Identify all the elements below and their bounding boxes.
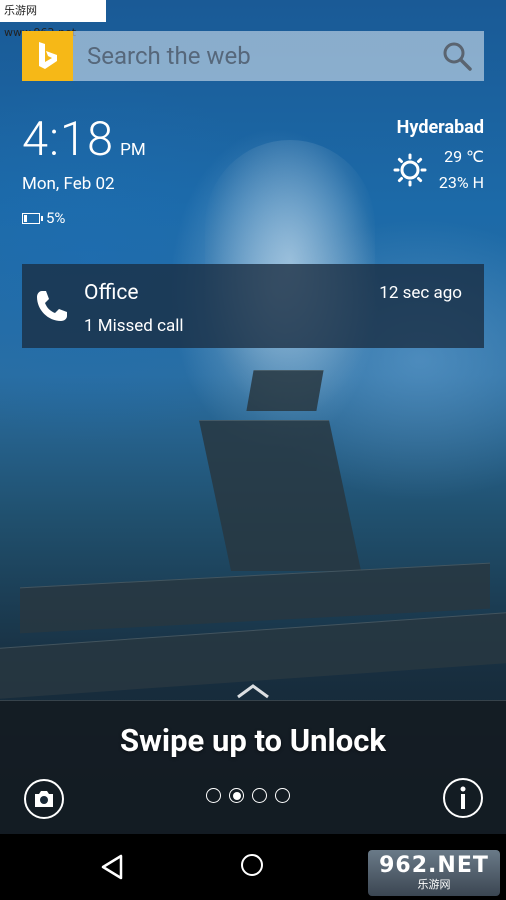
weather-humidity: 23% H [438,173,484,192]
missed-call-notification[interactable]: Office 1 Missed call 12 sec ago [22,264,484,348]
notification-time: 12 sec ago [379,283,462,303]
phone-icon [37,291,67,321]
search-icon[interactable] [442,41,472,71]
clock: 4:18 PM [22,112,146,167]
swipe-unlock-label[interactable]: Swipe up to Unlock [0,722,506,759]
back-icon[interactable] [100,854,124,880]
battery-icon [22,212,43,224]
battery-percent: 5% [46,209,66,227]
clock-date: Mon, Feb 02 [22,174,115,194]
watermark-sub: 乐游网 [417,878,451,891]
page-indicator [206,788,290,803]
watermark-brand: 962.NET [379,853,489,878]
page-dot[interactable] [206,788,221,803]
battery-status: 5% [22,209,65,227]
camera-icon [35,791,53,807]
page-dot-active[interactable] [229,788,244,803]
watermark-logo: 962.NET 乐游网 [368,850,500,896]
boardwalk-plank [0,700,506,834]
camera-button[interactable] [24,779,64,819]
weather-widget: Hyderabad 29 ℃ 23% H [393,117,484,196]
boardwalk-plank [246,370,324,411]
info-icon [460,786,466,809]
watermark-top: 乐游网 www.962.net [0,0,106,39]
weather-temperature: 29 ℃ [444,147,484,166]
bing-logo-icon[interactable] [22,31,73,81]
notification-subtitle: 1 Missed call [84,316,184,336]
page-dot[interactable] [275,788,290,803]
home-icon[interactable] [241,854,263,876]
sun-icon [393,153,427,187]
clock-time: 4:18 [22,112,115,167]
weather-city: Hyderabad [396,117,484,138]
search-placeholder: Search the web [87,42,251,70]
page-dot[interactable] [252,788,267,803]
search-bar[interactable]: Search the web [22,31,484,81]
search-input[interactable]: Search the web [73,31,484,81]
clock-ampm: PM [120,140,146,160]
boardwalk-plank [198,420,362,571]
notification-title: Office [84,281,139,305]
info-button[interactable] [443,778,483,818]
chevron-up-icon[interactable] [236,683,270,699]
